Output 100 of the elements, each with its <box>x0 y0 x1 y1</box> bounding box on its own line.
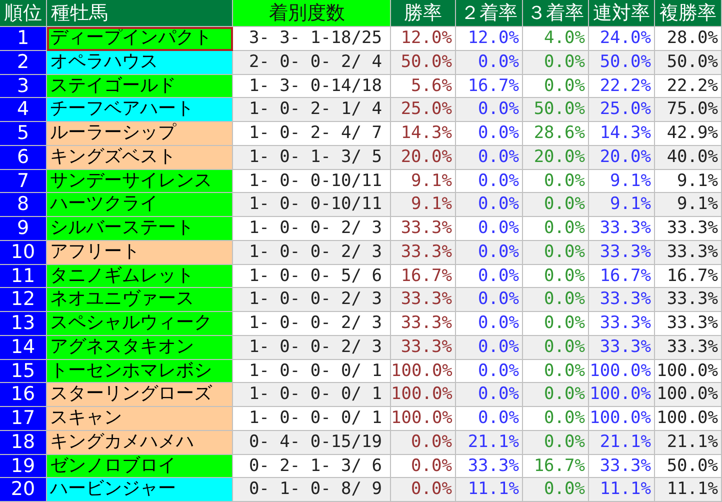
record-cell: 1- 3- 0-14/18 <box>233 74 391 98</box>
rate-cell: 0.0% <box>456 146 523 170</box>
sire-name-cell[interactable]: サンデーサイレンス <box>47 170 233 194</box>
sire-name-cell[interactable]: ハービンジャー <box>47 478 233 502</box>
sire-name-cell[interactable]: キングズベスト <box>47 146 233 170</box>
rate-cell: 50.0% <box>655 454 722 478</box>
rate-cell: 21.1% <box>589 430 655 454</box>
rate-cell: 0.0% <box>456 288 523 312</box>
rate-cell: 0.0% <box>523 312 589 336</box>
sire-name-cell[interactable]: ルーラーシップ <box>47 122 233 146</box>
record-cell: 1- 0- 1- 3/ 5 <box>233 146 391 170</box>
rate-cell: 40.0% <box>655 146 722 170</box>
rate-cell: 11.1% <box>589 478 655 502</box>
record-cell: 1- 0- 0- 5/ 6 <box>233 264 391 288</box>
rate-cell: 100.0% <box>391 383 456 407</box>
sire-name-cell[interactable]: タニノギムレット <box>47 264 233 288</box>
rate-cell: 0.0% <box>456 407 523 431</box>
rate-cell: 0.0% <box>456 217 523 241</box>
rate-cell: 100.0% <box>655 407 722 431</box>
rate-cell: 0.0% <box>523 478 589 502</box>
sire-name-cell[interactable]: シルバーステート <box>47 217 233 241</box>
rate-cell: 20.0% <box>589 146 655 170</box>
rate-cell: 11.1% <box>655 478 722 502</box>
rate-cell: 14.3% <box>589 122 655 146</box>
rate-cell: 50.0% <box>589 50 655 74</box>
rate-cell: 24.0% <box>589 27 655 51</box>
rate-cell: 22.2% <box>589 74 655 98</box>
rate-cell: 12.0% <box>456 27 523 51</box>
sire-name-cell[interactable]: アグネスタキオン <box>47 336 233 360</box>
sire-name-cell[interactable]: ネオユニヴァース <box>47 288 233 312</box>
rate-cell: 33.3% <box>589 336 655 360</box>
rate-cell: 100.0% <box>589 383 655 407</box>
rate-cell: 0.0% <box>523 264 589 288</box>
rate-cell: 11.1% <box>456 478 523 502</box>
sire-name-cell[interactable]: ハーツクライ <box>47 193 233 217</box>
sire-name-cell[interactable]: キングカメハメハ <box>47 430 233 454</box>
rate-cell: 33.3% <box>589 240 655 264</box>
rate-cell: 9.1% <box>655 193 722 217</box>
sire-name-cell[interactable]: ステイゴールド <box>47 74 233 98</box>
rate-cell: 0.0% <box>523 50 589 74</box>
record-cell: 1- 0- 0- 2/ 3 <box>233 288 391 312</box>
rate-cell: 5.6% <box>391 74 456 98</box>
record-cell: 2- 0- 0- 2/ 4 <box>233 50 391 74</box>
rank-cell: 9 <box>0 217 47 241</box>
rate-cell: 0.0% <box>456 264 523 288</box>
rank-cell: 8 <box>0 193 47 217</box>
rate-cell: 20.0% <box>391 146 456 170</box>
rate-cell: 100.0% <box>655 383 722 407</box>
sire-name-cell[interactable]: チーフベアハート <box>47 98 233 122</box>
rate-cell: 33.3% <box>391 217 456 241</box>
record-cell: 1- 0- 0-10/11 <box>233 193 391 217</box>
column-header: 複勝率 <box>655 0 722 27</box>
rate-cell: 33.3% <box>655 217 722 241</box>
record-cell: 1- 0- 0- 2/ 3 <box>233 240 391 264</box>
rank-cell: 1 <box>0 27 47 51</box>
sire-name-cell[interactable]: トーセンホマレボシ <box>47 360 233 384</box>
sire-name-cell[interactable]: ディープインパクト <box>47 27 233 51</box>
rate-cell: 0.0% <box>456 360 523 384</box>
record-cell: 1- 0- 0- 2/ 3 <box>233 312 391 336</box>
rank-cell: 11 <box>0 264 47 288</box>
record-cell: 1- 0- 2- 1/ 4 <box>233 98 391 122</box>
rate-cell: 0.0% <box>523 217 589 241</box>
rate-cell: 0.0% <box>391 430 456 454</box>
sire-name-cell[interactable]: スターリングローズ <box>47 383 233 407</box>
rate-cell: 33.3% <box>589 288 655 312</box>
rate-cell: 75.0% <box>655 98 722 122</box>
sire-name-cell[interactable]: ゼンノロブロイ <box>47 454 233 478</box>
rate-cell: 33.3% <box>655 288 722 312</box>
sire-name-cell[interactable]: スペシャルウィーク <box>47 312 233 336</box>
rate-cell: 16.7% <box>391 264 456 288</box>
rate-cell: 4.0% <box>523 27 589 51</box>
rate-cell: 25.0% <box>391 98 456 122</box>
rate-cell: 9.1% <box>589 193 655 217</box>
rate-cell: 0.0% <box>523 193 589 217</box>
rate-cell: 28.0% <box>655 27 722 51</box>
rate-cell: 0.0% <box>391 454 456 478</box>
rate-cell: 50.0% <box>655 50 722 74</box>
rate-cell: 0.0% <box>523 430 589 454</box>
record-cell: 1- 0- 0- 2/ 3 <box>233 336 391 360</box>
rate-cell: 0.0% <box>456 122 523 146</box>
rate-cell: 33.3% <box>655 336 722 360</box>
rate-cell: 33.3% <box>456 454 523 478</box>
rate-cell: 16.7% <box>523 454 589 478</box>
rate-cell: 25.0% <box>589 98 655 122</box>
rank-cell: 15 <box>0 360 47 384</box>
sire-name-cell[interactable]: アフリート <box>47 240 233 264</box>
rate-cell: 28.6% <box>523 122 589 146</box>
rank-cell: 6 <box>0 146 47 170</box>
sire-name-cell[interactable]: オペラハウス <box>47 50 233 74</box>
rate-cell: 9.1% <box>391 193 456 217</box>
rate-cell: 16.7% <box>589 264 655 288</box>
rate-cell: 100.0% <box>655 360 722 384</box>
rate-cell: 20.0% <box>523 146 589 170</box>
column-header: 種牡馬 <box>47 0 233 27</box>
rate-cell: 0.0% <box>523 74 589 98</box>
rate-cell: 33.3% <box>391 312 456 336</box>
sire-name-cell[interactable]: スキャン <box>47 407 233 431</box>
rate-cell: 16.7% <box>456 74 523 98</box>
rate-cell: 100.0% <box>589 407 655 431</box>
rate-cell: 50.0% <box>391 50 456 74</box>
